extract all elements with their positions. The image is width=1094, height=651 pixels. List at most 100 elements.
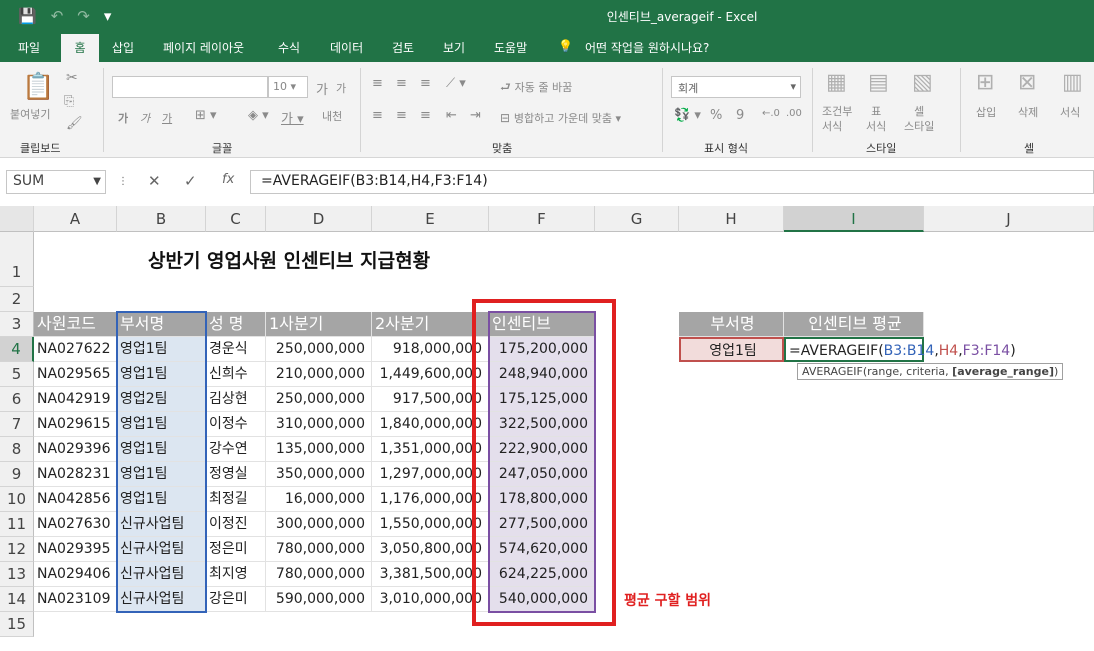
formula-input[interactable]: =AVERAGEIF(B3:B14,H4,F3:F14) [250,170,1094,194]
cell-name[interactable]: 최정길 [206,487,266,512]
cell-name[interactable]: 경운식 [206,337,266,362]
increase-indent-icon[interactable]: ⇥ [470,108,481,123]
side-header-department[interactable]: 부서명 [679,312,784,337]
cell-name[interactable]: 이정수 [206,412,266,437]
cell-name[interactable]: 정은미 [206,537,266,562]
format-as-table-button[interactable]: 표 서식 [866,104,886,134]
font-size-select[interactable]: 10 ▾ [268,76,308,98]
bottom-align-icon[interactable]: ≡ [420,76,431,91]
cell-employee-code[interactable]: NA029615 [34,412,117,437]
cell-q1[interactable]: 135,000,000 [266,437,372,462]
cell-name[interactable]: 김상현 [206,387,266,412]
enter-icon[interactable]: ✓ [184,172,197,190]
select-all-corner[interactable] [0,206,34,232]
row-header-5[interactable]: 5 [0,362,34,387]
row-header-8[interactable]: 8 [0,437,34,462]
column-header-a[interactable]: A [34,206,117,232]
column-header-j[interactable]: J [924,206,1094,232]
cell-employee-code[interactable]: NA042919 [34,387,117,412]
tab-file[interactable]: 파일 [18,39,40,56]
shrink-font-button[interactable]: 가 [336,80,346,96]
format-as-table-icon[interactable]: ▤ [868,70,889,95]
tab-insert[interactable]: 삽입 [112,39,134,56]
column-header-e[interactable]: E [372,206,489,232]
tab-review[interactable]: 검토 [392,39,414,56]
cell-styles-icon[interactable]: ▧ [912,70,933,95]
percent-button[interactable]: % [710,108,722,123]
cell-q1[interactable]: 250,000,000 [266,337,372,362]
column-header-h[interactable]: H [679,206,784,232]
row-header-3[interactable]: 3 [0,312,34,337]
delete-cells-button[interactable]: 삭제 [1018,104,1038,120]
column-header-d[interactable]: D [266,206,372,232]
orientation-icon[interactable]: ⟋ ▾ [446,76,466,91]
cell-styles-button[interactable]: 셀 스타일 [904,104,934,134]
cell-employee-code[interactable]: NA023109 [34,587,117,612]
cell-q1[interactable]: 590,000,000 [266,587,372,612]
cancel-icon[interactable]: ✕ [148,172,161,190]
fill-color-icon[interactable]: ◈ ▾ [248,108,269,123]
cell-employee-code[interactable]: NA027630 [34,512,117,537]
cell-q1[interactable]: 210,000,000 [266,362,372,387]
wrap-text-button[interactable]: ⮐ 자동 줄 바꿈 [500,78,572,99]
criteria-cell-h4[interactable]: 영업1팀 [679,337,784,362]
row-header-15[interactable]: 15 [0,612,34,637]
cell-name[interactable]: 이정진 [206,512,266,537]
comma-style-icon[interactable]: 9 [736,108,744,123]
top-align-icon[interactable]: ≡ [372,76,383,91]
cell-q1[interactable]: 310,000,000 [266,412,372,437]
row-header-4[interactable]: 4 [0,337,34,362]
row-header-14[interactable]: 14 [0,587,34,612]
cell-name[interactable]: 정영실 [206,462,266,487]
row-header-1[interactable]: 1 [0,232,34,287]
format-cells-icon[interactable]: ▥ [1062,70,1083,95]
cell-name[interactable]: 강수연 [206,437,266,462]
tell-me-search[interactable]: 어떤 작업을 원하시나요? [585,39,709,56]
column-header-f[interactable]: F [489,206,595,232]
cell-employee-code[interactable]: NA028231 [34,462,117,487]
tab-data[interactable]: 데이터 [330,39,363,56]
cell-q1[interactable]: 780,000,000 [266,562,372,587]
column-header-b[interactable]: B [117,206,206,232]
column-header-g[interactable]: G [595,206,679,232]
accounting-format-icon[interactable]: 💱 ▾ [674,108,701,123]
tab-home[interactable]: 홈 [61,34,99,62]
tab-formulas[interactable]: 수식 [278,39,300,56]
column-header-i[interactable]: I [784,206,924,232]
row-header-13[interactable]: 13 [0,562,34,587]
grow-font-button[interactable]: 가 [316,79,328,98]
cell-employee-code[interactable]: NA029396 [34,437,117,462]
delete-cells-icon[interactable]: ⊠ [1018,70,1036,95]
cell-name[interactable]: 최지영 [206,562,266,587]
cell-employee-code[interactable]: NA029565 [34,362,117,387]
cell-employee-code[interactable]: NA042856 [34,487,117,512]
insert-cells-icon[interactable]: ⊞ [976,70,994,95]
bold-button[interactable]: 가 [118,110,128,126]
name-box[interactable]: SUM ▼ [6,170,106,194]
cell-employee-code[interactable]: NA029395 [34,537,117,562]
row-header-7[interactable]: 7 [0,412,34,437]
row-header-2[interactable]: 2 [0,287,34,312]
cell-q1[interactable]: 250,000,000 [266,387,372,412]
table-header-name[interactable]: 성 명 [206,312,266,337]
row-header-10[interactable]: 10 [0,487,34,512]
table-header-employee-code[interactable]: 사원코드 [34,312,117,337]
insert-cells-button[interactable]: 삽입 [976,104,996,120]
active-cell-i4[interactable]: =AVERAGEIF(B3:B14,H4,F3:F14) [784,337,1016,362]
conditional-format-button[interactable]: 조건부 서식 [822,104,852,134]
cell-q1[interactable]: 300,000,000 [266,512,372,537]
paste-icon[interactable]: 📋 [22,72,54,102]
row-header-12[interactable]: 12 [0,537,34,562]
column-header-c[interactable]: C [206,206,266,232]
tab-view[interactable]: 보기 [443,39,465,56]
cell-name[interactable]: 강은미 [206,587,266,612]
row-header-11[interactable]: 11 [0,512,34,537]
cell-employee-code[interactable]: NA027622 [34,337,117,362]
format-painter-icon[interactable]: 🖌 [66,116,83,131]
align-right-icon[interactable]: ≡ [420,108,431,123]
table-header-q1[interactable]: 1사분기 [266,312,372,337]
row-header-9[interactable]: 9 [0,462,34,487]
font-name-select[interactable] [112,76,268,98]
underline-button[interactable]: 가 [162,110,172,126]
cell-q1[interactable]: 780,000,000 [266,537,372,562]
